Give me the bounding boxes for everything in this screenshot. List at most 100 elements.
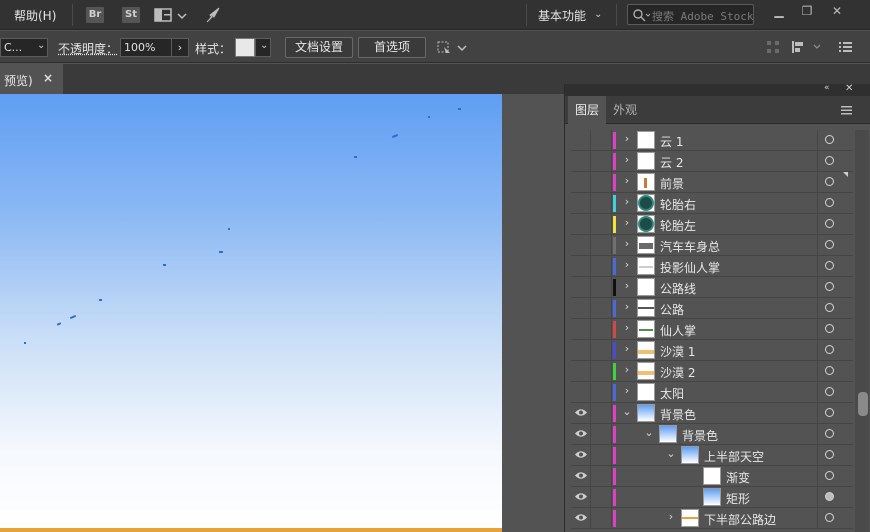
visibility-toggle[interactable]	[571, 424, 591, 444]
layer-target-cell[interactable]	[817, 466, 853, 486]
layer-name[interactable]: 仙人掌	[660, 322, 696, 339]
visibility-toggle[interactable]	[571, 130, 591, 150]
layer-name[interactable]: 投影仙人掌	[660, 259, 720, 276]
opacity-input[interactable]: 100%	[120, 38, 172, 57]
lock-toggle[interactable]	[592, 172, 612, 192]
visibility-toggle[interactable]	[571, 361, 591, 381]
layer-name[interactable]: 公路线	[660, 280, 696, 297]
visibility-toggle[interactable]	[571, 445, 591, 465]
artboard-canvas[interactable]	[0, 94, 502, 532]
align-to-button[interactable]	[790, 39, 824, 55]
chevron-right-icon[interactable]: ›	[621, 153, 633, 169]
layer-target-cell[interactable]	[817, 340, 853, 360]
document-setup-button[interactable]: 文档设置	[285, 37, 353, 58]
layer-target-cell[interactable]	[817, 298, 853, 318]
opacity-slider-button[interactable]: ›	[171, 38, 189, 57]
layer-name[interactable]: 轮胎右	[660, 196, 696, 213]
close-panel-icon[interactable]: ✕	[845, 83, 853, 94]
lock-toggle[interactable]	[592, 382, 612, 402]
align-grid-button[interactable]	[766, 40, 780, 54]
lock-toggle[interactable]	[592, 235, 612, 255]
chevron-down-icon[interactable]: ⌄	[621, 405, 633, 421]
layer-target-cell[interactable]	[817, 172, 853, 192]
layer-target-cell[interactable]	[817, 256, 853, 276]
lock-toggle[interactable]	[592, 424, 612, 444]
visibility-toggle[interactable]	[571, 256, 591, 276]
lock-toggle[interactable]	[592, 256, 612, 276]
lock-toggle[interactable]	[592, 151, 612, 171]
visibility-toggle[interactable]	[571, 172, 591, 192]
layer-target-cell[interactable]	[817, 193, 853, 213]
layer-row[interactable]: › 公路	[571, 298, 853, 319]
chevron-right-icon[interactable]: ›	[621, 321, 633, 337]
layer-row[interactable]: › 沙漠 2	[571, 361, 853, 382]
close-window-button[interactable]: ✕	[824, 2, 850, 20]
layer-row[interactable]: › 公路线	[571, 277, 853, 298]
layer-name[interactable]: 轮胎左	[660, 217, 696, 234]
layer-target-cell[interactable]	[817, 508, 853, 528]
visibility-toggle[interactable]	[571, 403, 591, 423]
visibility-toggle[interactable]	[571, 319, 591, 339]
layer-name[interactable]: 前景	[660, 175, 684, 192]
workspace-switcher[interactable]: 基本功能	[538, 7, 586, 24]
layer-list-scrollbar[interactable]	[855, 130, 869, 532]
tab-layers[interactable]: 图层	[568, 96, 606, 124]
visibility-toggle[interactable]	[571, 487, 591, 507]
graphic-style-swatch[interactable]	[235, 38, 255, 57]
layer-target-cell[interactable]	[817, 403, 853, 423]
layer-name[interactable]: 上半部天空	[704, 448, 764, 465]
layer-row[interactable]: ⌄ 上半部天空	[571, 445, 853, 466]
lock-toggle[interactable]	[592, 466, 612, 486]
lock-toggle[interactable]	[592, 340, 612, 360]
layer-target-cell[interactable]	[817, 277, 853, 297]
visibility-toggle[interactable]	[571, 340, 591, 360]
visibility-toggle[interactable]	[571, 193, 591, 213]
layer-target-cell[interactable]	[817, 130, 853, 150]
layer-row[interactable]: › 沙漠 1	[571, 340, 853, 361]
layer-name[interactable]: 云 1	[660, 133, 683, 150]
layer-row[interactable]: › 轮胎右	[571, 193, 853, 214]
layer-target-cell[interactable]	[817, 151, 853, 171]
layer-target-cell[interactable]	[817, 424, 853, 444]
chevron-right-icon[interactable]: ›	[621, 195, 633, 211]
layer-row[interactable]: 矩形	[571, 487, 853, 508]
chevron-right-icon[interactable]: ›	[621, 174, 633, 190]
menu-help[interactable]: 帮助(H)	[14, 7, 56, 24]
select-similar-button[interactable]	[436, 39, 468, 57]
lock-toggle[interactable]	[592, 193, 612, 213]
layer-name[interactable]: 太阳	[660, 385, 684, 402]
chevron-down-icon[interactable]: ⌄	[665, 447, 677, 463]
layer-name[interactable]: 沙漠 2	[660, 364, 695, 381]
preferences-button[interactable]: 首选项	[358, 37, 426, 58]
visibility-toggle[interactable]	[571, 508, 591, 528]
lock-toggle[interactable]	[592, 298, 612, 318]
layer-row[interactable]: › 汽车车身总	[571, 235, 853, 256]
layer-row[interactable]: › 太阳	[571, 382, 853, 403]
layer-name[interactable]: 矩形	[726, 490, 750, 507]
layer-name[interactable]: 沙漠 1	[660, 343, 695, 360]
layer-name[interactable]: 下半部公路边	[704, 511, 776, 528]
chevron-right-icon[interactable]: ›	[665, 510, 677, 526]
layer-name[interactable]: 背景色	[682, 427, 718, 444]
restore-button[interactable]: ❐	[794, 2, 820, 20]
stock-button[interactable]: St	[122, 7, 140, 23]
chevron-right-icon[interactable]: ›	[621, 258, 633, 274]
layer-row[interactable]: 渐变	[571, 466, 853, 487]
layer-row[interactable]: › 投影仙人掌	[571, 256, 853, 277]
bridge-button[interactable]: Br	[86, 7, 104, 23]
graphic-style-dropdown[interactable]: ⌄	[255, 38, 271, 57]
layer-target-cell[interactable]	[817, 235, 853, 255]
chevron-right-icon[interactable]: ›	[621, 237, 633, 253]
lock-toggle[interactable]	[592, 361, 612, 381]
close-tab-icon[interactable]: ×	[43, 71, 53, 85]
tab-appearance[interactable]: 外观	[613, 96, 637, 124]
layer-target-cell[interactable]	[817, 445, 853, 465]
lock-toggle[interactable]	[592, 487, 612, 507]
layer-name[interactable]: 背景色	[660, 406, 696, 423]
lock-toggle[interactable]	[592, 508, 612, 528]
lock-toggle[interactable]	[592, 130, 612, 150]
chevron-down-icon[interactable]: ⌄	[643, 426, 655, 442]
chevron-right-icon[interactable]: ›	[621, 342, 633, 358]
lock-toggle[interactable]	[592, 403, 612, 423]
lock-toggle[interactable]	[592, 445, 612, 465]
